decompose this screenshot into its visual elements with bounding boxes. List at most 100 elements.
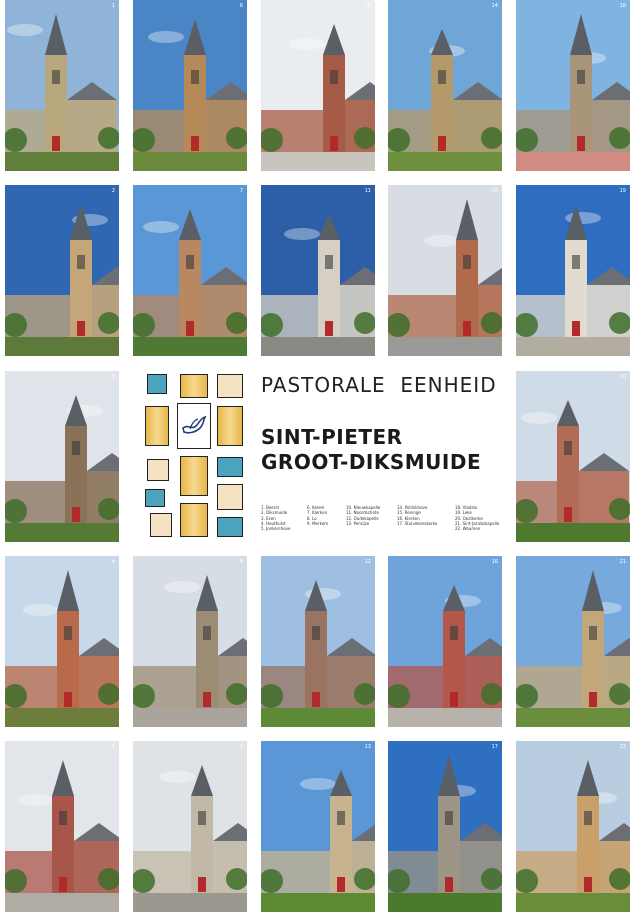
parish-entry: 22. Woumen [455, 526, 481, 532]
church-illustration [133, 556, 247, 727]
church-illustration [261, 185, 375, 356]
photo-number: 3 [111, 374, 115, 380]
logo-square [180, 374, 208, 398]
parish-entry: 7. Klerken [307, 510, 328, 516]
church-illustration [5, 185, 119, 356]
logo-square [217, 517, 243, 537]
church-photo: 1 [5, 0, 119, 171]
church-illustration [388, 0, 502, 171]
church-photo: 4 [5, 556, 119, 727]
church-illustration [388, 741, 502, 912]
church-illustration [5, 741, 119, 912]
photo-number: 16 [491, 559, 498, 565]
title-panel: PASTORALE EENHEID SINT-PIETER GROOT-DIKS… [133, 371, 503, 542]
church-photo: 18 [516, 0, 630, 171]
photo-number: 8 [239, 559, 243, 565]
photo-number: 18 [619, 3, 626, 9]
parish-entry: 11. Noordschote [346, 510, 379, 516]
church-illustration [5, 371, 119, 542]
heading-line-3: GROOT-DIKSMUIDE [261, 450, 482, 474]
church-photo: 5 [5, 741, 119, 912]
photo-number: 10 [364, 3, 371, 9]
logo-square [147, 459, 169, 481]
parish-entry: 9. Merkem [307, 520, 329, 526]
pastoral-unit-logo [137, 371, 249, 542]
church-illustration [516, 0, 630, 171]
parish-list: 1. Beerst 2. Diksmuide 3. Esen 4. Houthulst… [261, 505, 501, 541]
church-photo: 8 [133, 556, 247, 727]
church-photo: 3 [5, 371, 119, 542]
church-illustration [516, 371, 630, 542]
photo-number: 11 [364, 188, 371, 194]
church-photo: 12 [261, 556, 375, 727]
photo-number: 14 [491, 3, 498, 9]
church-photo: 21 [516, 556, 630, 727]
parish-entry: 5. Jonkershove [261, 526, 291, 532]
church-photo: 6 [133, 0, 247, 171]
photo-number: 1 [111, 3, 115, 9]
church-illustration [261, 741, 375, 912]
heading-name: SINT-PIETER GROOT-DIKSMUIDE [261, 425, 481, 475]
logo-square [150, 513, 172, 537]
photo-number: 7 [239, 188, 243, 194]
parish-entry: 2. Diksmuide [261, 510, 288, 516]
parish-column: 18. Vladslo 19. Leke 20. Oostkerke 21. Sint… [455, 505, 499, 531]
photo-number: 5 [111, 744, 115, 750]
parish-column: 10. Nieuwkapelle 11. Noordschote 12. Oudek… [346, 505, 380, 526]
photo-number: 21 [619, 559, 626, 565]
church-illustration [5, 0, 119, 171]
church-illustration [261, 0, 375, 171]
parish-column: 14. Pollinkhove 15. Reninge 16. Klerken 17.… [397, 505, 437, 526]
logo-square [145, 406, 169, 446]
church-illustration [133, 185, 247, 356]
church-illustration [516, 185, 630, 356]
parish-column: 1. Beerst 2. Diksmuide 3. Esen 4. Houthulst… [261, 505, 290, 531]
photo-number: 19 [619, 188, 626, 194]
photo-number: 22 [619, 744, 626, 750]
parish-column: 6. Keiem 7. Klerken 8. Lo 9. Merkem [307, 505, 328, 526]
church-photo: 20 [516, 371, 630, 542]
church-photo: 19 [516, 185, 630, 356]
logo-square [180, 503, 208, 537]
photo-number: 13 [364, 744, 371, 750]
photo-number: 2 [111, 188, 115, 194]
logo-square [147, 374, 167, 394]
heading-line-1: PASTORALE EENHEID [261, 373, 497, 397]
church-illustration [388, 185, 502, 356]
church-illustration [516, 556, 630, 727]
logo-square [217, 484, 243, 510]
church-photo: 9 [133, 741, 247, 912]
church-photo: 2 [5, 185, 119, 356]
photo-number: 12 [364, 559, 371, 565]
church-illustration [388, 556, 502, 727]
photo-number: 6 [239, 3, 243, 9]
church-photo: 10 [261, 0, 375, 171]
photo-number: 17 [491, 744, 498, 750]
parish-entry: 17. Stuivekenskerke [397, 520, 438, 526]
heading-line-2: SINT-PIETER [261, 425, 403, 449]
logo-square [217, 374, 243, 398]
logo-square [217, 406, 243, 446]
church-photo: 11 [261, 185, 375, 356]
church-illustration [516, 741, 630, 912]
church-illustration [133, 0, 247, 171]
church-photo: 17 [388, 741, 502, 912]
church-illustration [261, 556, 375, 727]
logo-square [217, 457, 243, 477]
photo-number: 15 [491, 188, 498, 194]
photo-number: 20 [619, 374, 626, 380]
church-photo: 7 [133, 185, 247, 356]
church-photo: 13 [261, 741, 375, 912]
photo-number: 4 [111, 559, 115, 565]
church-photo: 16 [388, 556, 502, 727]
church-illustration [133, 741, 247, 912]
church-photo: 22 [516, 741, 630, 912]
dove-icon [182, 415, 207, 434]
church-illustration [5, 556, 119, 727]
logo-square [145, 489, 165, 507]
church-photo: 15 [388, 185, 502, 356]
logo-square [180, 456, 208, 496]
church-photo: 14 [388, 0, 502, 171]
photo-number: 9 [239, 744, 243, 750]
parish-entry: 13. Pervijze [346, 520, 370, 526]
